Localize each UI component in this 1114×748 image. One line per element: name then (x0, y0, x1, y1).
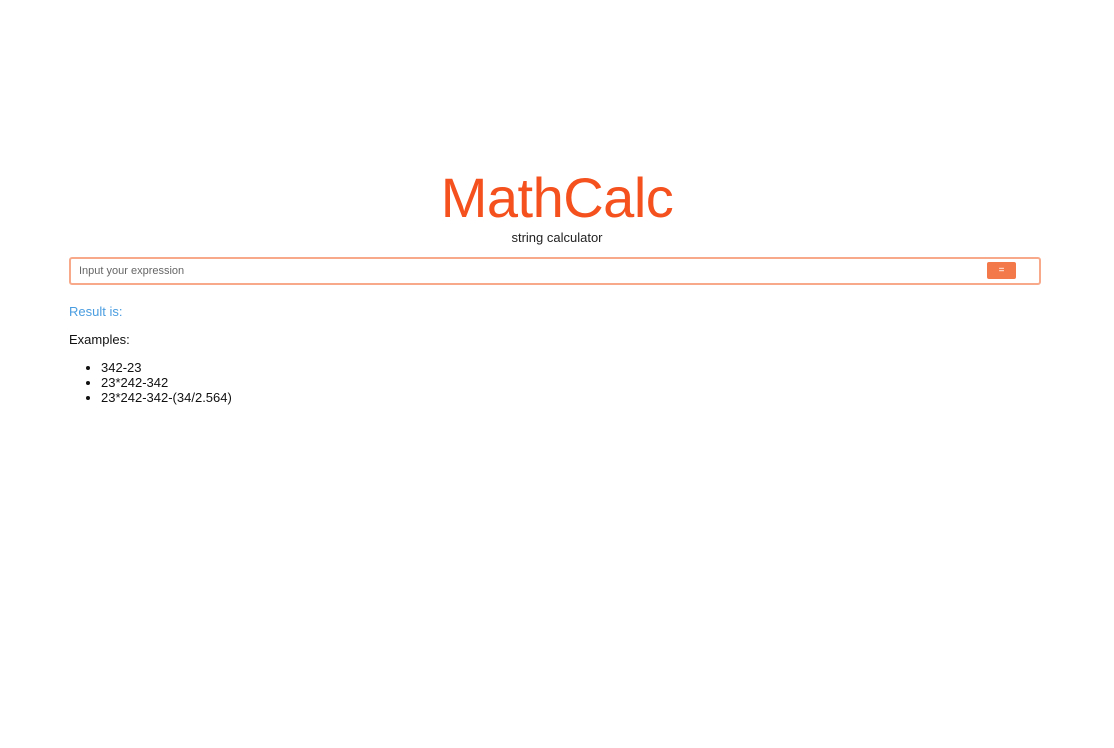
app-title: MathCalc (440, 166, 674, 229)
expression-bar: = (69, 257, 1041, 285)
app-subtitle: string calculator (511, 230, 603, 245)
header: MathCalc string calculator (0, 160, 1114, 246)
list-item: 23*242-342-(34/2.564) (101, 390, 232, 405)
expression-input[interactable] (71, 259, 979, 283)
examples-heading: Examples: (69, 332, 130, 347)
equals-button[interactable]: = (987, 262, 1016, 279)
page: MathCalc string calculator = Result is: … (0, 0, 1114, 748)
examples-list: 342-23 23*242-342 23*242-342-(34/2.564) (69, 360, 232, 405)
list-item: 342-23 (101, 360, 232, 375)
result-label: Result is: (69, 304, 123, 319)
list-item: 23*242-342 (101, 375, 232, 390)
